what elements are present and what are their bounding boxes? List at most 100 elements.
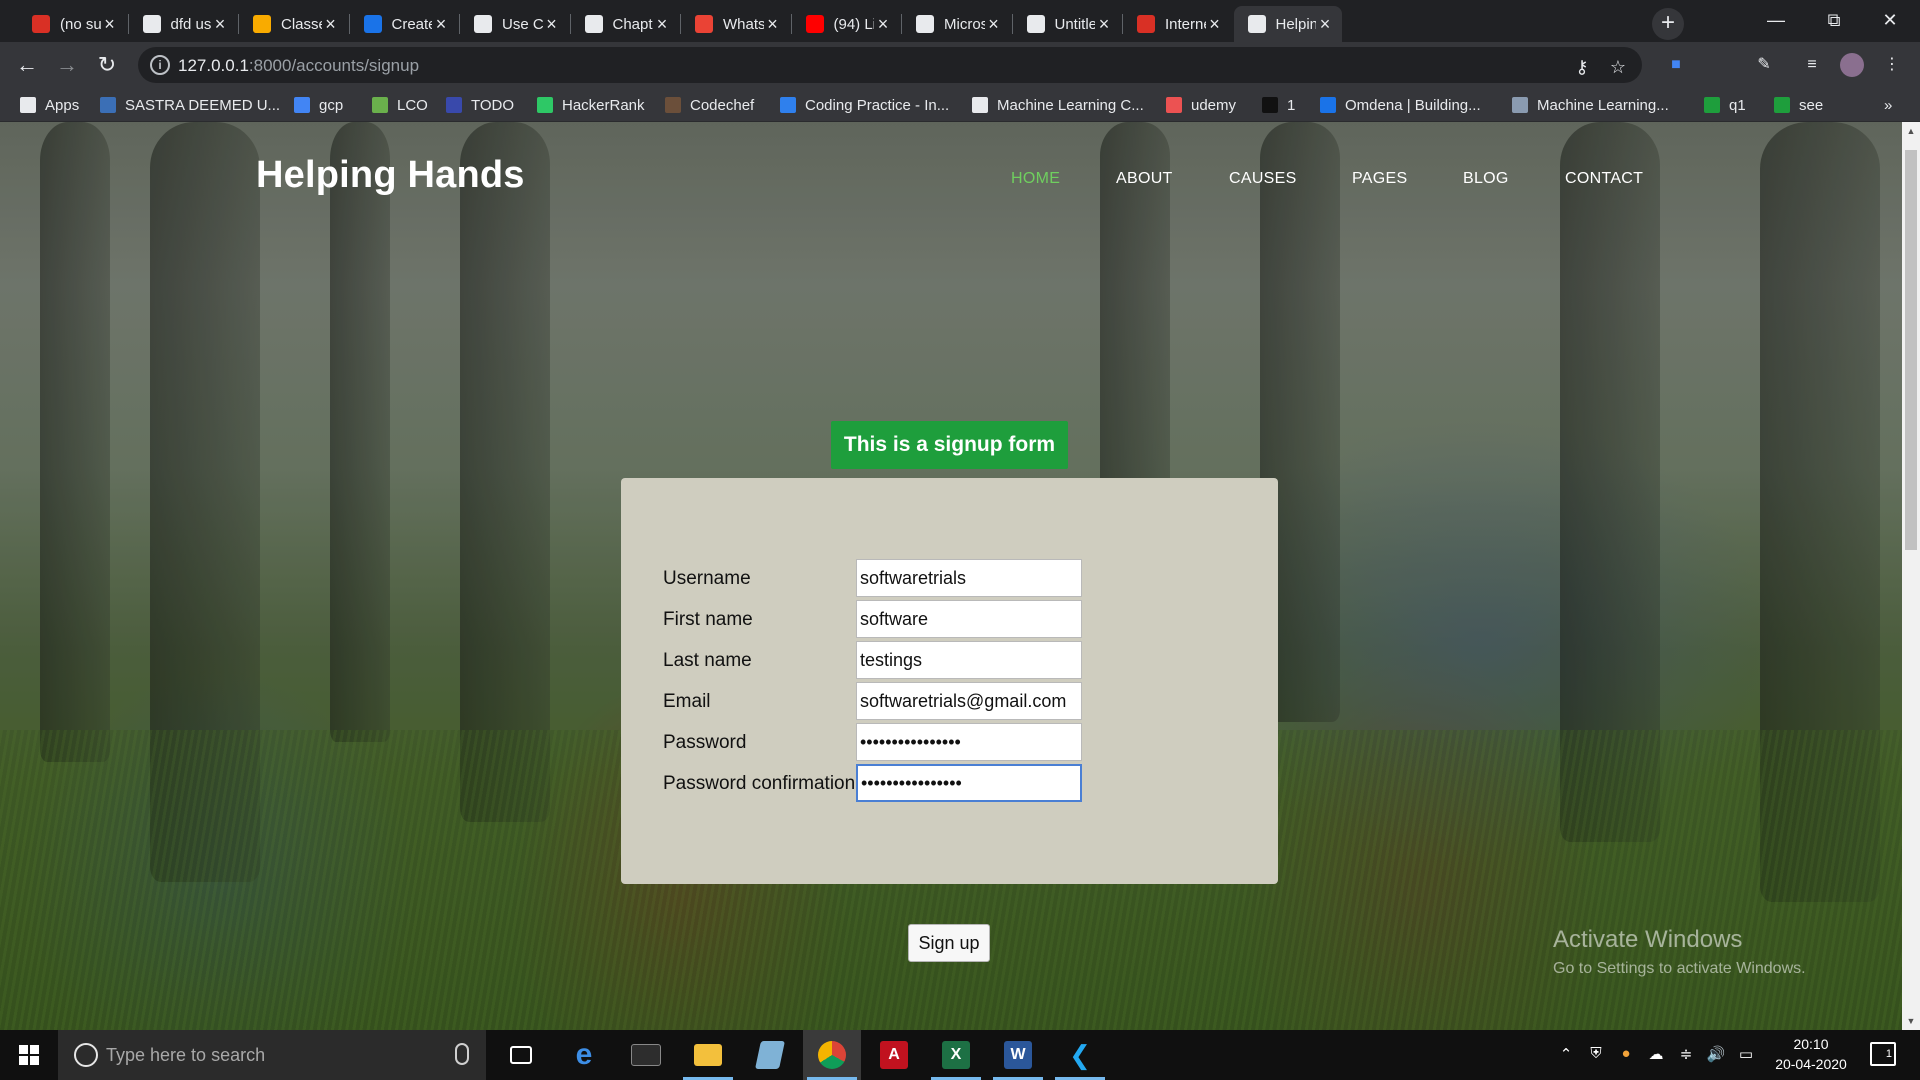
page-scrollbar[interactable]: ▲ ▼ (1902, 122, 1920, 1030)
tray-cloud-icon[interactable]: ☁ (1645, 1045, 1667, 1063)
close-tab-icon[interactable]: × (1316, 14, 1334, 35)
taskbar-file-explorer[interactable] (679, 1030, 737, 1080)
close-tab-icon[interactable]: × (211, 14, 229, 35)
taskbar-app-blue[interactable] (741, 1030, 799, 1080)
bookmark-item[interactable]: q1 (1704, 95, 1746, 115)
browser-tab[interactable]: (94) Line× (792, 6, 901, 42)
key-icon[interactable]: ⚷ (1570, 55, 1594, 79)
scroll-down-icon[interactable]: ▼ (1902, 1012, 1920, 1030)
browser-tab[interactable]: Creately× (350, 6, 459, 42)
back-arrow-icon[interactable]: ← (12, 50, 42, 80)
close-tab-icon[interactable]: × (1095, 14, 1113, 35)
notification-center-icon[interactable]: 1 (1870, 1042, 1896, 1066)
bookmark-item[interactable]: LCO (372, 95, 428, 115)
first-name-field[interactable] (856, 600, 1082, 638)
close-tab-icon[interactable]: × (653, 14, 671, 35)
site-info-icon[interactable]: i (150, 55, 170, 75)
bookmark-item[interactable]: udemy (1166, 95, 1236, 115)
browser-tab[interactable]: Use Case× (460, 6, 569, 42)
taskbar-acrobat[interactable]: A (865, 1030, 923, 1080)
bookmarks-bar: Apps SASTRA DEEMED U... gcp LCO TODO HackerRa… (0, 88, 1920, 122)
bookmark-item[interactable]: SASTRA DEEMED U... (100, 95, 280, 115)
reload-icon[interactable]: ↻ (92, 50, 122, 80)
nav-home[interactable]: HOME (1011, 170, 1060, 188)
tray-circle-icon[interactable]: ● (1615, 1045, 1637, 1062)
bookmark-item[interactable]: Apps (20, 95, 79, 115)
nav-contact[interactable]: CONTACT (1565, 170, 1643, 188)
restore-button[interactable]: ⧉ (1806, 0, 1862, 42)
close-tab-icon[interactable]: × (1206, 14, 1224, 35)
new-tab-button[interactable]: + (1652, 8, 1684, 40)
taskbar-vscode[interactable]: ❮ (1051, 1030, 1109, 1080)
browser-tab[interactable]: WhatsAp× (681, 6, 790, 42)
terminal-icon (631, 1044, 661, 1066)
nav-pages[interactable]: PAGES (1352, 170, 1407, 188)
extension-square-icon[interactable]: ■ (1664, 53, 1688, 77)
close-tab-icon[interactable]: × (432, 14, 450, 35)
forward-arrow-icon[interactable]: → (52, 50, 82, 80)
more-bookmarks-icon[interactable]: » (1884, 95, 1892, 115)
browser-tab[interactable]: dfd user× (129, 6, 238, 42)
close-tab-icon[interactable]: × (101, 14, 119, 35)
browser-tab[interactable]: Internet× (1123, 6, 1232, 42)
bookmark-item[interactable]: Machine Learning C... (972, 95, 1144, 115)
browser-tab[interactable]: Chapter× (571, 6, 680, 42)
bookmark-item[interactable]: see (1774, 95, 1823, 115)
browser-tab[interactable]: (no subj× (18, 6, 127, 42)
close-window-button[interactable]: ✕ (1862, 0, 1918, 42)
nav-blog[interactable]: BLOG (1463, 170, 1509, 188)
bookmark-item[interactable]: Codechef (665, 95, 754, 115)
password-field[interactable] (856, 723, 1082, 761)
profile-avatar[interactable] (1840, 53, 1864, 77)
bookmark-item[interactable]: HackerRank (537, 95, 645, 115)
browser-tab[interactable]: Microso× (902, 6, 1011, 42)
close-tab-icon[interactable]: × (322, 14, 340, 35)
nav-about[interactable]: ABOUT (1116, 170, 1173, 188)
address-bar[interactable]: i 127.0.0.1:8000/accounts/signup ⚷ ☆ (138, 47, 1642, 83)
taskbar-word[interactable]: W (989, 1030, 1047, 1080)
password-confirmation-field[interactable] (856, 764, 1082, 802)
tray-wifi-icon[interactable]: ≑ (1675, 1045, 1697, 1063)
scroll-up-icon[interactable]: ▲ (1902, 122, 1920, 140)
taskbar-clock[interactable]: 20:10 20-04-2020 (1766, 1034, 1856, 1074)
browser-tab[interactable]: Helping× (1233, 6, 1342, 42)
bookmark-item[interactable]: Coding Practice - In... (780, 95, 949, 115)
close-tab-icon[interactable]: × (764, 14, 782, 35)
bookmark-item[interactable]: TODO (446, 95, 514, 115)
taskbar-excel[interactable]: X (927, 1030, 985, 1080)
bookmark-item[interactable]: Machine Learning... (1512, 95, 1669, 115)
bookmark-item[interactable]: gcp (294, 95, 343, 115)
close-tab-icon[interactable]: × (985, 14, 1003, 35)
tray-battery-icon[interactable]: ▭ (1735, 1045, 1757, 1063)
media-queue-icon[interactable]: ≡ (1800, 53, 1824, 77)
taskbar-terminal[interactable] (617, 1030, 675, 1080)
url-path: :8000/accounts/signup (248, 56, 420, 75)
bookmark-item[interactable]: 1 (1262, 95, 1295, 115)
site-brand[interactable]: Helping Hands (256, 154, 525, 197)
username-field[interactable] (856, 559, 1082, 597)
taskbar-chrome[interactable] (803, 1030, 861, 1080)
nav-causes[interactable]: CAUSES (1229, 170, 1297, 188)
sign-up-button[interactable]: Sign up (908, 924, 990, 962)
taskbar-edge[interactable]: e (555, 1030, 613, 1080)
email-field[interactable] (856, 682, 1082, 720)
url-text[interactable]: 127.0.0.1:8000/accounts/signup (178, 56, 419, 76)
close-tab-icon[interactable]: × (543, 14, 561, 35)
scrollbar-thumb[interactable] (1905, 150, 1917, 550)
tray-chevron-up-icon[interactable]: ⌃ (1555, 1045, 1577, 1063)
browser-tab[interactable]: Untitled× (1013, 6, 1122, 42)
bookmark-item[interactable]: Omdena | Building... (1320, 95, 1481, 115)
menu-kebab-icon[interactable]: ⋮ (1880, 53, 1904, 77)
microphone-icon[interactable] (455, 1043, 469, 1065)
task-view-button[interactable] (492, 1030, 550, 1080)
start-button[interactable] (0, 1030, 58, 1080)
close-tab-icon[interactable]: × (874, 14, 892, 35)
bookmark-star-icon[interactable]: ☆ (1606, 55, 1630, 79)
extension-pen-icon[interactable]: ✎ (1752, 53, 1776, 77)
minimize-button[interactable]: — (1748, 0, 1804, 42)
tray-volume-icon[interactable]: 🔊 (1705, 1045, 1727, 1063)
tray-shield-icon[interactable]: ⛨ (1585, 1045, 1607, 1062)
taskbar-search[interactable]: Type here to search (58, 1030, 486, 1080)
last-name-field[interactable] (856, 641, 1082, 679)
browser-tab[interactable]: Classes× (239, 6, 348, 42)
